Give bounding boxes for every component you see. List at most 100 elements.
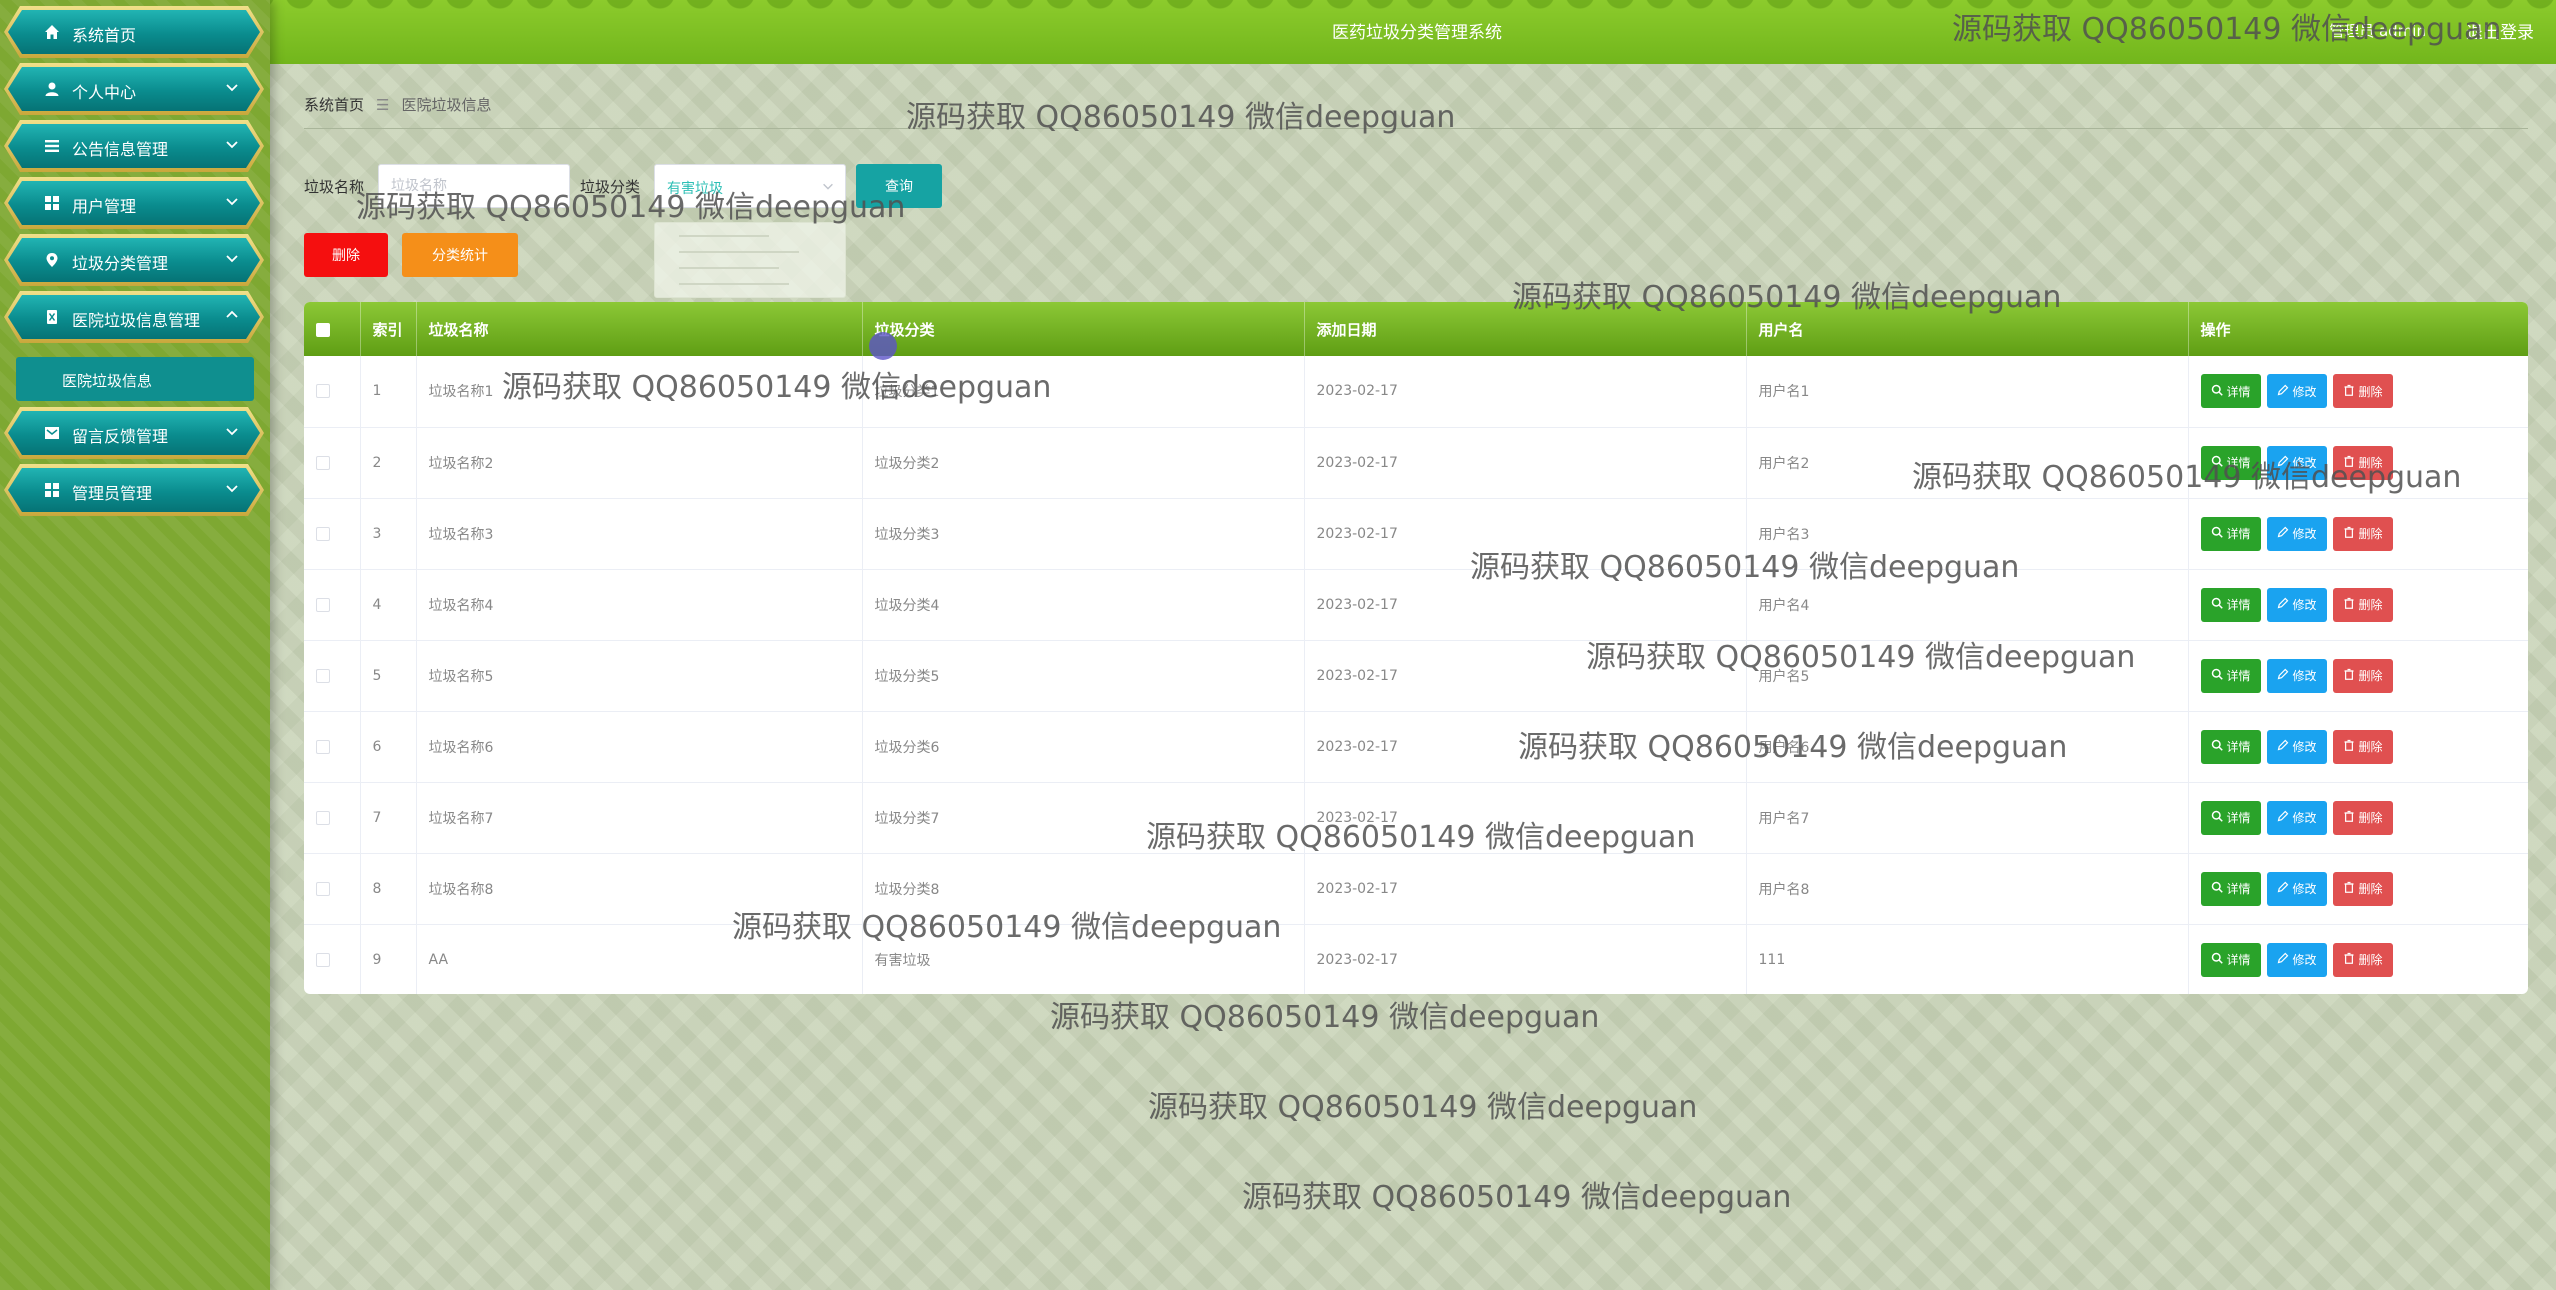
column-header[interactable]: 垃圾名称 bbox=[416, 302, 863, 356]
query-button[interactable]: 查询 bbox=[856, 164, 942, 208]
delete-button[interactable]: 删除 bbox=[2332, 729, 2393, 764]
row-checkbox[interactable] bbox=[316, 455, 330, 470]
sidebar-subitem-label: 医院垃圾信息 bbox=[62, 372, 153, 390]
table-row: 9 AA 有害垃圾 2023-02-17 111 详情 修改 删除 bbox=[304, 924, 2528, 994]
sidebar-item-feedback-management[interactable]: 留言反馈管理 bbox=[8, 411, 260, 455]
detail-button[interactable]: 详情 bbox=[2200, 871, 2261, 906]
edit-button[interactable]: 修改 bbox=[2266, 658, 2327, 693]
edit-button[interactable]: 修改 bbox=[2266, 871, 2327, 906]
detail-button[interactable]: 详情 bbox=[2200, 658, 2261, 693]
detail-button[interactable]: 详情 bbox=[2200, 374, 2261, 409]
logout-link[interactable]: 退出登录 bbox=[2466, 18, 2534, 43]
waste-category-cell: 垃圾分类6 bbox=[862, 711, 1305, 782]
waste-category-cell: 有害垃圾 bbox=[862, 924, 1305, 994]
sidebar-item-notice-management[interactable]: 公告信息管理 bbox=[8, 124, 260, 168]
batch-delete-button[interactable]: 删除 bbox=[304, 233, 388, 277]
username-cell: 用户名7 bbox=[1746, 782, 2189, 853]
column-header[interactable]: 添加日期 bbox=[1304, 302, 1747, 356]
waste-category-select[interactable]: 有害垃圾 bbox=[654, 164, 846, 208]
edit-button-label: 修改 bbox=[2292, 669, 2317, 683]
index-cell: 5 bbox=[360, 640, 417, 711]
row-checkbox[interactable] bbox=[316, 952, 330, 967]
sidebar-item-category-management[interactable]: 垃圾分类管理 bbox=[8, 238, 260, 282]
detail-button-label: 详情 bbox=[2226, 669, 2251, 683]
sidebar-item-hospital-waste-management[interactable]: 医院垃圾信息管理 bbox=[8, 295, 260, 339]
edit-button[interactable]: 修改 bbox=[2266, 445, 2327, 480]
sidebar-item-home[interactable]: 系统首页 bbox=[8, 10, 260, 54]
username-cell: 用户名5 bbox=[1746, 640, 2189, 711]
user-icon bbox=[42, 79, 62, 99]
added-date-cell: 2023-02-17 bbox=[1304, 356, 1747, 427]
trash-icon bbox=[42, 307, 62, 327]
edit-button[interactable]: 修改 bbox=[2266, 800, 2327, 835]
row-checkbox[interactable] bbox=[316, 739, 330, 754]
edit-button[interactable]: 修改 bbox=[2266, 729, 2327, 764]
detail-button-label: 详情 bbox=[2226, 384, 2251, 399]
select-all-checkbox[interactable] bbox=[316, 322, 330, 337]
chevron-up-icon bbox=[226, 310, 238, 318]
breadcrumb-home-link[interactable]: 系统首页 bbox=[304, 94, 364, 115]
row-checkbox[interactable] bbox=[316, 668, 330, 683]
waste-category-cell: 垃圾分类4 bbox=[862, 569, 1305, 640]
chevron-down-icon bbox=[823, 183, 833, 190]
detail-button[interactable]: 详情 bbox=[2200, 445, 2261, 480]
delete-button[interactable]: 删除 bbox=[2332, 871, 2393, 906]
row-checkbox[interactable] bbox=[316, 810, 330, 825]
delete-button-label: 删除 bbox=[2358, 456, 2383, 470]
detail-button[interactable]: 详情 bbox=[2200, 587, 2261, 622]
delete-button[interactable]: 删除 bbox=[2332, 658, 2393, 693]
delete-button-label: 删除 bbox=[2358, 882, 2383, 896]
detail-button[interactable]: 详情 bbox=[2200, 516, 2261, 551]
edit-button[interactable]: 修改 bbox=[2266, 587, 2327, 622]
delete-button[interactable]: 删除 bbox=[2332, 800, 2393, 835]
sidebar-item-user-management[interactable]: 用户管理 bbox=[8, 181, 260, 225]
waste-info-table: 索引 垃圾名称 垃圾分类 添加日期 用户名 操作 1 垃圾名称1 垃圾分类1 2023… bbox=[304, 302, 2528, 994]
row-checkbox[interactable] bbox=[316, 384, 330, 399]
row-checkbox[interactable] bbox=[316, 881, 330, 896]
delete-button[interactable]: 删除 bbox=[2332, 942, 2393, 977]
edit-button[interactable]: 修改 bbox=[2266, 516, 2327, 551]
home-icon bbox=[42, 22, 62, 42]
delete-button-label: 删除 bbox=[2358, 384, 2383, 399]
trash-icon bbox=[2343, 739, 2355, 754]
search-icon bbox=[2211, 739, 2223, 754]
sidebar-item-label: 医院垃圾信息管理 bbox=[72, 311, 201, 330]
edit-button[interactable]: 修改 bbox=[2266, 942, 2327, 977]
message-icon bbox=[42, 423, 62, 443]
detail-button[interactable]: 详情 bbox=[2200, 800, 2261, 835]
chevron-down-icon bbox=[226, 84, 238, 92]
sidebar-item-personal-center[interactable]: 个人中心 bbox=[8, 67, 260, 111]
category-stats-button[interactable]: 分类统计 bbox=[402, 233, 518, 277]
row-checkbox[interactable] bbox=[316, 597, 330, 612]
index-cell: 9 bbox=[360, 924, 417, 994]
sidebar-item-admin-management[interactable]: 管理员管理 bbox=[8, 468, 260, 512]
waste-name-input[interactable] bbox=[378, 164, 570, 208]
detail-button[interactable]: 详情 bbox=[2200, 729, 2261, 764]
table-row: 1 垃圾名称1 垃圾分类1 2023-02-17 用户名1 详情 修改 删除 bbox=[304, 356, 2528, 427]
column-header[interactable]: 用户名 bbox=[1746, 302, 2189, 356]
trash-icon bbox=[2343, 455, 2355, 470]
delete-button-label: 删除 bbox=[2358, 740, 2383, 754]
detail-button-label: 详情 bbox=[2226, 527, 2251, 541]
edit-button[interactable]: 修改 bbox=[2266, 374, 2327, 409]
search-icon bbox=[2211, 455, 2223, 470]
delete-button[interactable]: 删除 bbox=[2332, 445, 2393, 480]
index-cell: 7 bbox=[360, 782, 417, 853]
select-all-cell bbox=[304, 302, 361, 356]
search-icon bbox=[2211, 384, 2223, 399]
row-checkbox[interactable] bbox=[316, 526, 330, 541]
chevron-down-icon bbox=[226, 428, 238, 436]
sidebar-subitem-hospital-waste-info[interactable]: 医院垃圾信息 bbox=[16, 357, 254, 401]
waste-name-cell: 垃圾名称6 bbox=[416, 711, 863, 782]
chevron-down-icon bbox=[226, 255, 238, 263]
column-header: 索引 bbox=[360, 302, 417, 356]
delete-button[interactable]: 删除 bbox=[2332, 374, 2393, 409]
detail-button[interactable]: 详情 bbox=[2200, 942, 2261, 977]
column-header[interactable]: 垃圾分类 bbox=[862, 302, 1305, 356]
index-cell: 6 bbox=[360, 711, 417, 782]
edit-button-label: 修改 bbox=[2292, 598, 2317, 612]
row-select-cell bbox=[304, 640, 361, 711]
delete-button[interactable]: 删除 bbox=[2332, 587, 2393, 622]
waste-name-cell: AA bbox=[416, 924, 863, 994]
delete-button[interactable]: 删除 bbox=[2332, 516, 2393, 551]
